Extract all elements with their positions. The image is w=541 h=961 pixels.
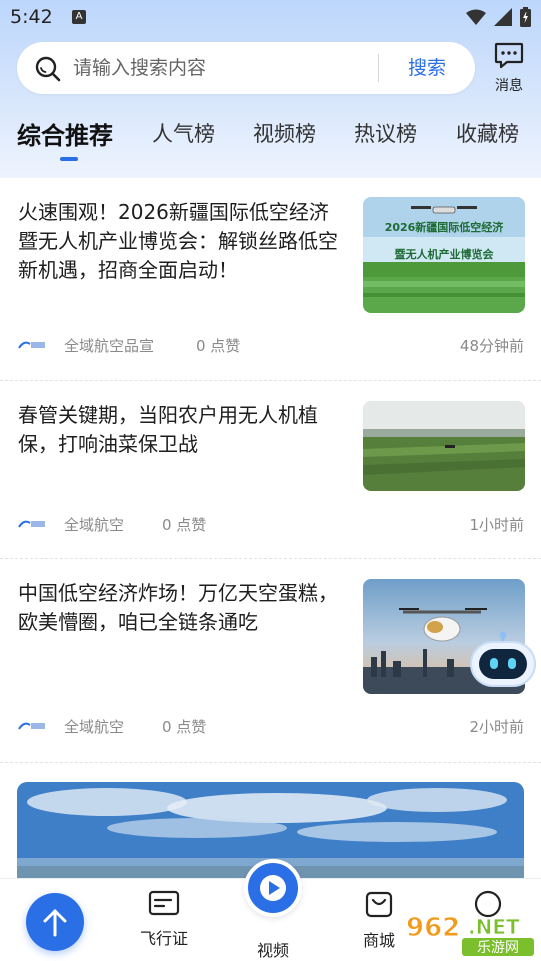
tab-video[interactable]: 视频榜 [253, 118, 316, 148]
message-label: 消息 [495, 78, 523, 94]
battery-icon [520, 7, 531, 27]
search-input[interactable] [73, 42, 373, 94]
article-source: 全域航空 [64, 718, 125, 736]
article-thumbnail: 2026新疆国际低空经济 暨无人机产业博览会 [363, 197, 525, 313]
tab-recommend[interactable]: 综合推荐 [17, 116, 113, 151]
nav-label: 商城 [362, 931, 395, 950]
article-source: 全域航空 [64, 516, 125, 534]
watermark-site-name: 乐游网 [477, 940, 519, 956]
search-button[interactable]: 搜索 [389, 42, 465, 94]
article-meta: 全域航空品宣 0 点赞 48分钟前 [18, 334, 524, 356]
search-bar: 搜索 [17, 42, 475, 94]
article-card[interactable]: 春管关键期，当阳农户用无人机植保，打响油菜保卫战 全域航空 0 点赞 1小时前 [0, 381, 541, 559]
watermark-number: 962 [406, 913, 460, 943]
signal-icon [494, 8, 512, 26]
article-card[interactable]: 中国低空经济炸场！万亿天空蛋糕，欧美懵圈，咱已全链条通吃 全域航空 0 点赞 2… [0, 559, 541, 761]
article-title: 火速围观！2026新疆国际低空经济暨无人机产业博览会：解锁丝路低空新机遇，招商全… [18, 200, 338, 282]
nav-label: 飞行证 [139, 929, 188, 948]
thumbnail-caption-2: 暨无人机产业博览会 [395, 247, 495, 261]
divider [0, 762, 541, 763]
notification-icon: A [72, 10, 86, 24]
article-time: 2小时前 [469, 718, 524, 736]
nav-flight-license[interactable]: 飞行证 [136, 889, 192, 949]
article-card[interactable]: 火速围观！2026新疆国际低空经济暨无人机产业博览会：解锁丝路低空新机遇，招商全… [0, 178, 541, 380]
source-logo-icon [18, 341, 45, 349]
tab-favorites[interactable]: 收藏榜 [456, 118, 519, 148]
site-watermark: 962 .NET 乐游网 [404, 908, 538, 958]
watermark-domain: .NET [468, 915, 520, 939]
wifi-icon [466, 9, 486, 25]
article-thumbnail [363, 401, 525, 491]
article-source: 全域航空品宣 [64, 337, 155, 355]
source-logo-icon [18, 722, 45, 730]
video-play-button[interactable] [244, 859, 302, 917]
article-time: 48分钟前 [459, 337, 524, 355]
nav-mall[interactable]: 商城 [359, 889, 399, 951]
scroll-to-top-button[interactable] [26, 893, 84, 951]
thumbnail-caption-1: 2026新疆国际低空经济 [385, 220, 505, 234]
nav-label: 视频 [256, 941, 289, 960]
tab-hot-discussion[interactable]: 热议榜 [354, 118, 417, 148]
play-icon [260, 875, 286, 901]
arrow-up-icon [43, 909, 67, 937]
license-card-icon [148, 890, 180, 916]
article-meta: 全域航空 0 点赞 2小时前 [18, 715, 524, 737]
article-likes: 0 点赞 [196, 337, 241, 355]
article-meta: 全域航空 0 点赞 1小时前 [18, 513, 524, 535]
message-button[interactable]: 消息 [486, 42, 532, 95]
tab-popular[interactable]: 人气榜 [152, 118, 215, 148]
status-icons [466, 7, 531, 27]
search-divider [378, 54, 379, 82]
active-tab-indicator [60, 157, 78, 161]
article-likes: 0 点赞 [162, 718, 207, 736]
status-time: 5:42 [10, 6, 53, 28]
article-time: 1小时前 [469, 516, 524, 534]
tab-bar: 综合推荐 人气榜 视频榜 热议榜 收藏榜 [0, 108, 541, 168]
search-icon [35, 56, 61, 82]
article-likes: 0 点赞 [162, 516, 207, 534]
message-icon [494, 42, 524, 69]
source-logo-icon [18, 520, 45, 528]
article-title: 中国低空经济炸场！万亿天空蛋糕，欧美懵圈，咱已全链条通吃 [18, 581, 338, 634]
assistant-robot-button[interactable] [469, 630, 537, 688]
article-title: 春管关键期，当阳农户用无人机植保，打响油菜保卫战 [18, 403, 318, 456]
status-bar: 5:42 A [0, 0, 541, 36]
header: 5:42 A 搜索 消息 综合推荐 人气榜 视频榜 热议榜 收藏榜 [0, 0, 541, 178]
shopping-bag-icon [365, 891, 393, 918]
